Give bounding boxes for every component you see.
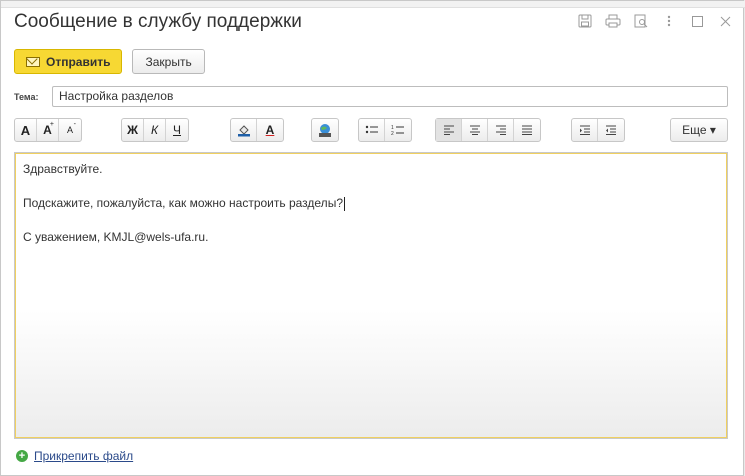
text-color-button[interactable]: A xyxy=(257,119,283,141)
message-line-signature: С уважением, KMJL@wels-ufa.ru. xyxy=(23,230,209,244)
preview-icon[interactable] xyxy=(633,13,649,29)
action-bar: Отправить Закрыть xyxy=(14,49,205,74)
align-justify-icon xyxy=(522,125,532,135)
close-button[interactable]: Закрыть xyxy=(132,49,205,74)
list-group: 12 xyxy=(358,118,412,142)
decrease-indent-button[interactable] xyxy=(598,119,624,141)
attach-file-link[interactable]: Прикрепить файл xyxy=(34,449,133,463)
message-editor[interactable]: Здравствуйте. Подскажите, пожалуйста, ка… xyxy=(14,152,728,439)
bullet-list-icon xyxy=(365,125,378,134)
alignment-group xyxy=(435,118,541,142)
paint-bucket-icon xyxy=(237,125,250,137)
font-increase-button[interactable]: A + xyxy=(37,119,59,141)
font-decrease-button[interactable]: A- xyxy=(59,119,81,141)
window-title: Сообщение в службу поддержки xyxy=(14,11,302,32)
close-icon[interactable] xyxy=(717,13,733,29)
align-right-button[interactable] xyxy=(488,119,514,141)
font-size-group: A A + A- xyxy=(14,118,82,142)
print-icon[interactable] xyxy=(605,13,621,29)
image-icon xyxy=(319,124,331,137)
envelope-icon xyxy=(26,56,40,67)
color-group: A xyxy=(230,118,284,142)
message-line-greeting: Здравствуйте. xyxy=(23,162,103,176)
insert-image-button[interactable] xyxy=(312,119,338,141)
window-controls xyxy=(577,13,733,29)
send-button[interactable]: Отправить xyxy=(14,49,123,74)
indent-group xyxy=(571,118,625,142)
align-center-icon xyxy=(469,125,480,135)
attach-file-row: + Прикрепить файл xyxy=(16,449,133,463)
insert-group xyxy=(311,118,339,142)
highlight-color-button[interactable] xyxy=(231,119,257,141)
underline-button[interactable]: Ч xyxy=(166,119,188,141)
text-cursor xyxy=(344,196,345,211)
add-icon: + xyxy=(16,450,28,462)
font-button[interactable]: A xyxy=(15,119,37,141)
message-line-question: Подскажите, пожалуйста, как можно настро… xyxy=(23,196,345,211)
support-message-window: Сообщение в службу поддержки Отправить З… xyxy=(0,0,745,476)
numbered-list-icon: 12 xyxy=(391,125,404,136)
format-toolbar: A A + A- Ж К Ч A 12 Еще ▾ xyxy=(14,118,728,144)
svg-text:2: 2 xyxy=(391,131,394,136)
italic-button[interactable]: К xyxy=(144,119,166,141)
indent-increase-icon xyxy=(579,125,590,135)
align-justify-button[interactable] xyxy=(514,119,540,141)
bold-button[interactable]: Ж xyxy=(122,119,144,141)
bulleted-list-button[interactable] xyxy=(359,119,385,141)
more-vertical-icon[interactable] xyxy=(661,13,677,29)
background-strip xyxy=(1,1,745,8)
align-right-icon xyxy=(495,125,506,135)
maximize-icon[interactable] xyxy=(689,13,705,29)
text-style-group: Ж К Ч xyxy=(121,118,189,142)
send-button-label: Отправить xyxy=(46,54,111,69)
floppy-icon[interactable] xyxy=(577,13,593,29)
align-center-button[interactable] xyxy=(462,119,488,141)
subject-input[interactable]: Настройка разделов xyxy=(52,86,728,107)
subject-label: Тема: xyxy=(14,92,39,102)
align-left-icon xyxy=(443,125,454,135)
increase-indent-button[interactable] xyxy=(572,119,598,141)
align-left-button[interactable] xyxy=(436,119,462,141)
indent-decrease-icon xyxy=(606,125,616,135)
more-dropdown-button[interactable]: Еще ▾ xyxy=(670,118,728,142)
numbered-list-button[interactable]: 12 xyxy=(385,119,411,141)
